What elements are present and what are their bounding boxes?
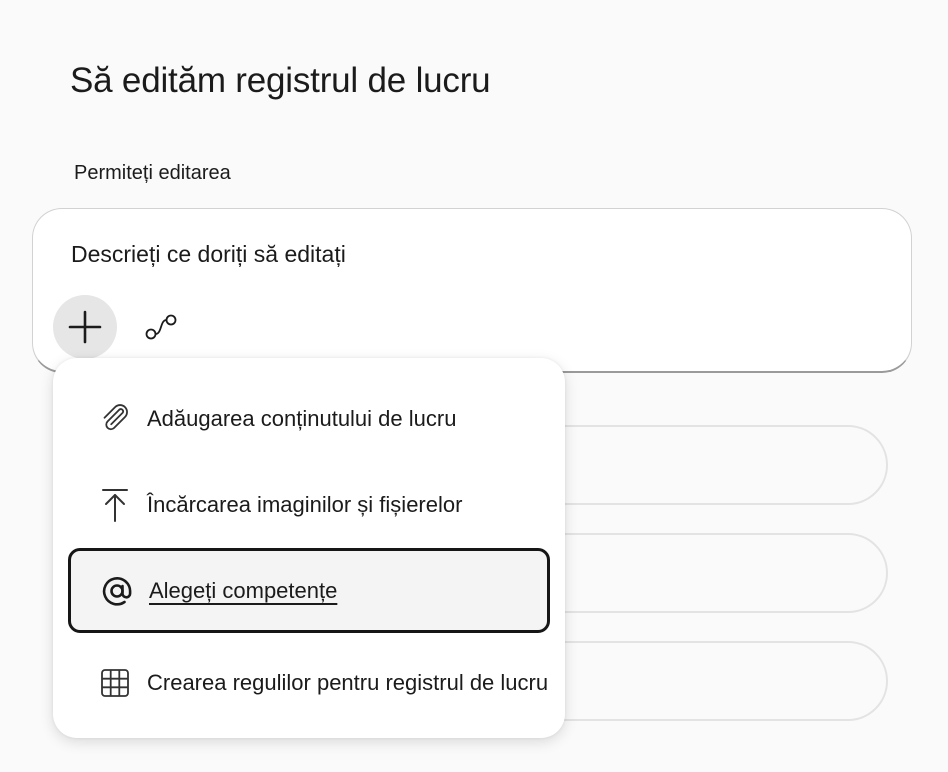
connector-icon <box>145 314 177 340</box>
menu-item-upload-files[interactable]: Încărcarea imaginilor și fișierelor <box>69 464 549 546</box>
prompt-input[interactable] <box>71 237 851 271</box>
menu-item-label: Crearea regulilor pentru registrul de lu… <box>147 670 549 695</box>
menu-item-choose-skills[interactable]: Alegeți competențe <box>68 548 550 633</box>
plus-icon <box>68 310 102 344</box>
paperclip-icon <box>97 401 133 437</box>
menu-item-label: Încărcarea imaginilor și fișierelor <box>147 492 463 517</box>
connector-button[interactable] <box>141 307 181 347</box>
add-menu: Adăugarea conținutului de lucru Încărcar… <box>53 358 565 738</box>
prompt-box[interactable] <box>32 208 912 373</box>
menu-item-add-work-content[interactable]: Adăugarea conținutului de lucru <box>69 378 549 460</box>
menu-item-label: Alegeți competențe <box>149 577 338 603</box>
at-icon <box>99 573 135 609</box>
page-title: Să edităm registrul de lucru <box>70 61 491 101</box>
table-grid-icon <box>97 665 133 701</box>
upload-icon <box>97 487 133 523</box>
menu-item-create-rules[interactable]: Crearea regulilor pentru registrul de lu… <box>69 642 549 724</box>
section-label: Permiteți editarea <box>74 162 231 184</box>
menu-item-label: Adăugarea conținutului de lucru <box>147 406 457 431</box>
edit-workbook-page: Să edităm registrul de lucru Permiteți e… <box>0 0 948 772</box>
add-button[interactable] <box>53 295 117 359</box>
